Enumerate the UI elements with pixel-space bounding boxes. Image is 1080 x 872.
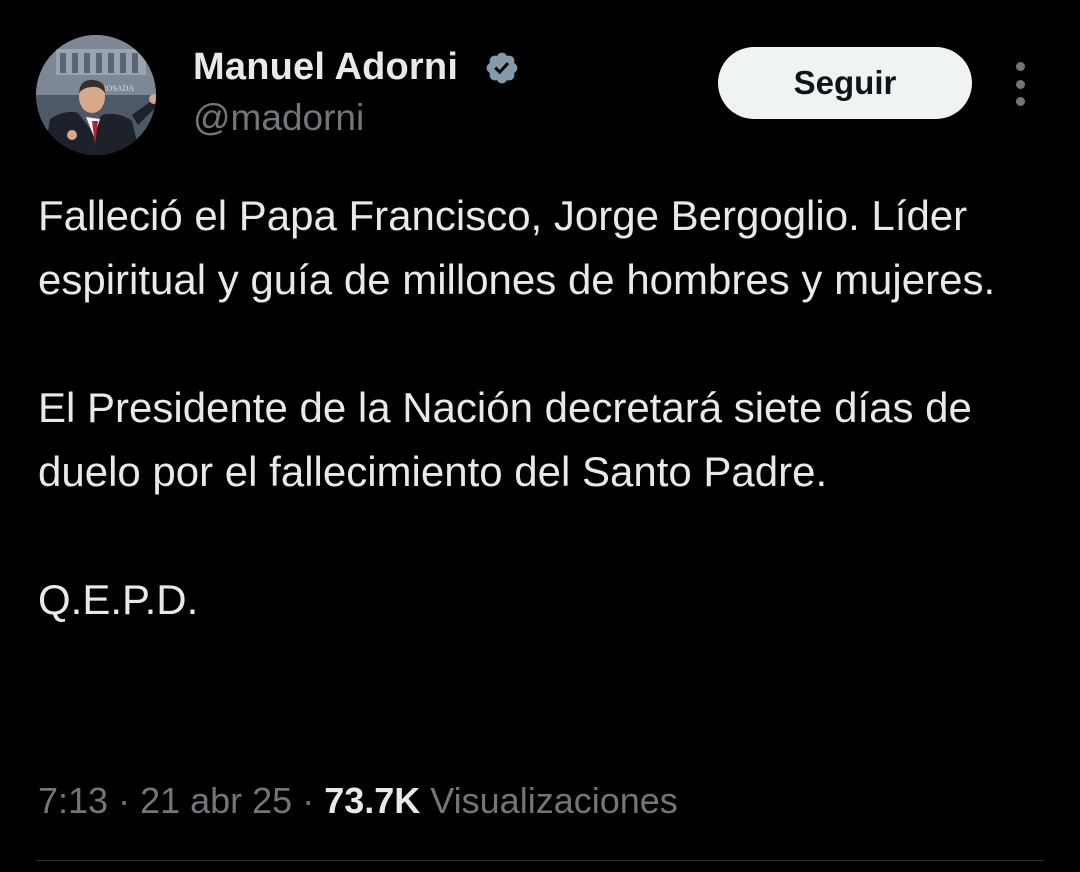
verified-badge-icon[interactable] [484,50,520,86]
tweet-container: A ROSADA Manuel Adorni @madorni Seguir F… [0,0,1080,872]
author-handle[interactable]: @madorni [193,96,364,140]
tweet-meta: 7:13 · 21 abr 25 · 73.7K Visualizaciones [38,778,678,824]
meta-separator: · [292,780,325,821]
avatar-image: A ROSADA [36,35,156,155]
author-name[interactable]: Manuel Adorni [193,44,458,90]
more-dot [1015,79,1025,89]
more-vertical-icon[interactable] [1004,62,1036,106]
meta-separator: · [108,780,141,821]
tweet-text: Falleció el Papa Francisco, Jorge Bergog… [38,184,1048,632]
follow-button[interactable]: Seguir [718,47,972,119]
views-count[interactable]: 73.7K [324,780,420,821]
tweet-time[interactable]: 7:13 [38,780,108,821]
tweet-date[interactable]: 21 abr 25 [140,780,292,821]
more-dot [1015,62,1025,71]
tweet-paragraph: Falleció el Papa Francisco, Jorge Bergog… [38,192,996,303]
more-dot [1015,97,1025,106]
tweet-paragraph: Q.E.P.D. [38,576,199,623]
tweet-paragraph: El Presidente de la Nación decretará sie… [38,384,972,495]
divider [36,860,1044,861]
views-label[interactable]: Visualizaciones [430,780,677,821]
author-avatar[interactable]: A ROSADA [36,35,156,155]
